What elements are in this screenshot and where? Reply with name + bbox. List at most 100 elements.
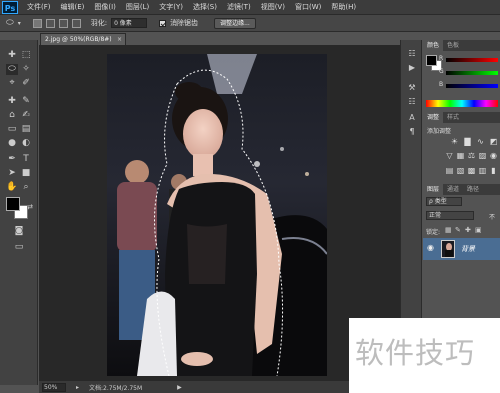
document-tab[interactable]: 2.jpg @ 50%(RGB/8#) ×	[40, 33, 126, 45]
screen-mode-icon[interactable]: ▭	[13, 242, 25, 253]
lock-move-icon[interactable]: ✚	[465, 226, 471, 234]
tab-channels[interactable]: 通道	[443, 184, 463, 195]
crop-tool-icon[interactable]: ⌖	[6, 78, 18, 89]
layer-row[interactable]: ◉ 背景	[423, 238, 500, 260]
vibrance-icon[interactable]: ▽	[445, 151, 454, 160]
gradient-tool-icon[interactable]: ▤	[20, 124, 32, 135]
antialias-checkbox[interactable]	[159, 19, 167, 27]
panel-fg-swatch[interactable]	[426, 55, 437, 66]
move-tool-icon[interactable]: ✚	[6, 50, 18, 61]
invert-icon[interactable]: ▧	[456, 166, 465, 175]
black-white-icon[interactable]: ▨	[478, 151, 487, 160]
exposure-icon[interactable]: ◩	[489, 137, 498, 146]
tab-swatches[interactable]: 色板	[443, 40, 463, 51]
brush-tool-icon[interactable]: ✎	[20, 96, 32, 107]
refine-edge-button[interactable]: 调整边缘...	[214, 17, 256, 29]
menu-select[interactable]: 选择(S)	[188, 0, 222, 15]
tab-adjustments[interactable]: 调整	[423, 112, 444, 123]
brush-panel-icon[interactable]: ⚒	[406, 82, 418, 93]
menu-image[interactable]: 图像(I)	[89, 0, 121, 15]
red-slider[interactable]: R	[439, 55, 498, 62]
layer-kind-filter[interactable]: ρ 类型	[426, 197, 462, 206]
blur-tool-icon[interactable]: ●	[6, 138, 18, 149]
foreground-color-swatch[interactable]	[6, 197, 20, 211]
menu-help[interactable]: 帮助(H)	[326, 0, 361, 15]
feather-input[interactable]: 0 像素	[111, 18, 148, 28]
threshold-icon[interactable]: ▥	[478, 166, 487, 175]
curves-icon[interactable]: ∿	[476, 137, 485, 146]
menu-edit[interactable]: 编辑(E)	[56, 0, 90, 15]
hue-saturation-icon[interactable]: ▦	[456, 151, 465, 160]
document-canvas-image[interactable]	[107, 54, 327, 376]
lasso-tool-icon[interactable]: ⬭	[6, 64, 18, 75]
path-select-tool-icon[interactable]: ➤	[6, 168, 18, 179]
tab-paths[interactable]: 路径	[463, 184, 483, 195]
posterize-icon[interactable]: ▩	[467, 166, 476, 175]
character-panel-icon[interactable]: A	[406, 112, 418, 123]
shape-tool-icon[interactable]: ■	[20, 168, 32, 179]
tab-color[interactable]: 颜色	[423, 40, 444, 51]
brush-presets-icon[interactable]: ☷	[406, 96, 418, 107]
lasso-preset-icon[interactable]: ⬭	[6, 18, 14, 28]
eraser-tool-icon[interactable]: ▭	[6, 124, 18, 135]
layer-name[interactable]: 背景	[461, 244, 475, 254]
menu-layer[interactable]: 图层(L)	[121, 0, 154, 15]
color-balance-icon[interactable]: ⚖	[467, 151, 476, 160]
zoom-tool-icon[interactable]: ⌕	[20, 182, 32, 193]
close-tab-icon[interactable]: ×	[117, 34, 122, 45]
menu-filter[interactable]: 滤镜(T)	[222, 0, 256, 15]
history-panel-icon[interactable]: ☷	[406, 48, 418, 59]
preset-dropdown-icon[interactable]: ▾	[18, 20, 21, 27]
intersect-selection-icon[interactable]	[71, 18, 81, 28]
hand-tool-icon[interactable]: ✋	[6, 182, 18, 193]
lock-all-icon[interactable]: ▣	[475, 226, 482, 234]
status-menu-arrow-icon[interactable]: ▶	[177, 384, 182, 391]
tab-styles[interactable]: 样式	[443, 112, 463, 123]
blue-slider[interactable]: B	[439, 81, 498, 88]
lock-pixels-icon[interactable]: ▦	[445, 226, 452, 234]
brightness-icon[interactable]: ☀	[450, 137, 459, 146]
subtract-selection-icon[interactable]	[58, 18, 68, 28]
menu-type[interactable]: 文字(Y)	[154, 0, 188, 15]
paragraph-panel-icon[interactable]: ¶	[406, 126, 418, 137]
channel-mixer-icon[interactable]: ▤	[445, 166, 454, 175]
actions-panel-icon[interactable]: ▶	[406, 62, 418, 73]
menu-bar: Ps 文件(F) 编辑(E) 图像(I) 图层(L) 文字(Y) 选择(S) 滤…	[0, 0, 500, 15]
new-selection-icon[interactable]	[32, 18, 42, 28]
eyedropper-tool-icon[interactable]: ✐	[20, 78, 32, 89]
dodge-tool-icon[interactable]: ◐	[20, 138, 32, 149]
photoshop-logo: Ps	[2, 0, 18, 14]
watermark-box: 软件技巧	[349, 318, 500, 393]
quick-mask-icon[interactable]: ◙	[13, 226, 25, 237]
color-spectrum[interactable]	[426, 100, 498, 107]
menu-file[interactable]: 文件(F)	[22, 0, 56, 15]
pen-tool-icon[interactable]: ✒	[6, 154, 18, 165]
menu-view[interactable]: 视图(V)	[256, 0, 290, 15]
quick-select-tool-icon[interactable]: ✧	[20, 64, 32, 75]
green-slider[interactable]: G	[439, 68, 498, 75]
status-info-icon[interactable]: ▸	[76, 384, 79, 391]
status-bar: 50% ▸ 文档:2.75M/2.75M ▶	[39, 381, 400, 393]
history-brush-tool-icon[interactable]: ✍	[20, 110, 32, 121]
layer-visibility-eye-icon[interactable]: ◉	[427, 243, 434, 252]
lock-paint-icon[interactable]: ✎	[455, 226, 461, 234]
healing-tool-icon[interactable]: ✚	[6, 96, 18, 107]
feather-label: 羽化:	[90, 19, 108, 27]
stamp-tool-icon[interactable]: ⌂	[6, 110, 18, 121]
gradient-map-icon[interactable]: ▮	[489, 166, 498, 175]
color-panel-tabs: 颜色 色板	[423, 40, 500, 51]
layers-panel-tabs: 图层 通道 路径	[423, 184, 500, 195]
document-size-info: 文档:2.75M/2.75M	[89, 384, 143, 392]
marquee-tool-icon[interactable]: ⬚	[20, 50, 32, 61]
photo-filter-icon[interactable]: ◉	[489, 151, 498, 160]
watermark-text: 软件技巧	[355, 336, 476, 370]
add-adjustment-title: 添加调整	[427, 128, 452, 135]
blend-mode-select[interactable]: 正常	[426, 211, 474, 220]
red-label: R	[439, 55, 444, 62]
levels-icon[interactable]: ▇	[463, 137, 472, 146]
menu-window[interactable]: 窗口(W)	[290, 0, 326, 15]
type-tool-icon[interactable]: T	[20, 154, 32, 165]
add-selection-icon[interactable]	[45, 18, 55, 28]
tab-layers[interactable]: 图层	[423, 184, 444, 195]
zoom-level-field[interactable]: 50%	[42, 382, 66, 392]
